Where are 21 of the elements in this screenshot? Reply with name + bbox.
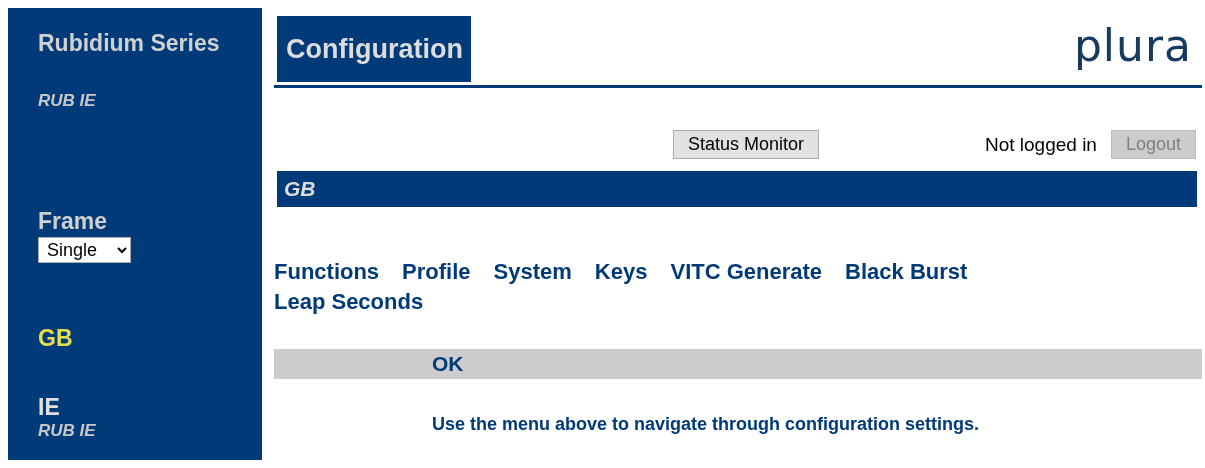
menu-link[interactable]: VITC Generate bbox=[670, 257, 823, 287]
menu-link[interactable]: Black Burst bbox=[845, 257, 968, 287]
menu-link[interactable]: Leap Seconds bbox=[274, 287, 424, 317]
menu-link[interactable]: Profile bbox=[402, 257, 471, 287]
frame-label: Frame bbox=[38, 208, 108, 235]
status-monitor-button[interactable]: Status Monitor bbox=[672, 130, 819, 159]
device-link[interactable]: GB bbox=[38, 325, 73, 352]
menu-link[interactable]: System bbox=[493, 257, 572, 287]
page-title: Configuration bbox=[277, 16, 471, 82]
plura-logo: plura bbox=[1073, 24, 1192, 68]
frame-dropdown[interactable]: Single bbox=[38, 237, 131, 263]
login-status: Not logged in bbox=[984, 133, 1097, 156]
menu-link[interactable]: Keys bbox=[594, 257, 648, 287]
info-message: Use the menu above to navigate through configuration settings. bbox=[432, 414, 981, 435]
device-subtitle: RUB IE bbox=[38, 421, 96, 441]
device-bar: GB bbox=[277, 171, 1197, 207]
status-bar: OK bbox=[274, 349, 1202, 379]
device-link[interactable]: IE bbox=[38, 394, 60, 421]
series-title: Rubidium Series bbox=[38, 30, 220, 57]
menu-link[interactable]: Functions bbox=[274, 257, 380, 287]
series-subtitle: RUB IE bbox=[38, 91, 96, 111]
